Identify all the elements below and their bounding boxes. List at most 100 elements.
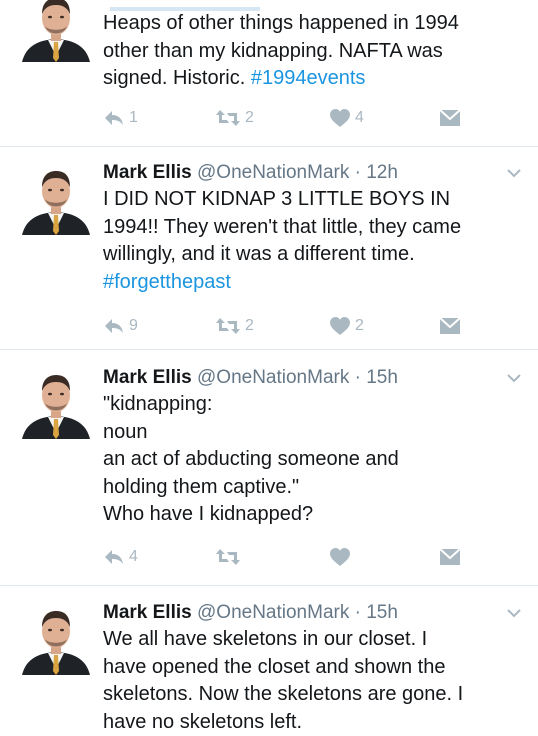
replie-count: 9: [129, 317, 138, 335]
retweet-button[interactable]: 2: [215, 312, 254, 340]
reply-icon: [103, 317, 125, 335]
heart-icon: [329, 316, 351, 336]
text-segment: holding them captive.": [103, 476, 299, 498]
tweet-header: Mark Ellis @OneNationMark · 12h: [103, 160, 524, 186]
replie-count: 1: [129, 109, 138, 127]
separator-dot: ·: [349, 162, 366, 183]
retweet-icon: [215, 547, 241, 567]
tweet-text-line: #forgetthepast: [103, 269, 524, 297]
retweet-icon: [215, 108, 241, 128]
tweet-text-line: Who have I kidnapped?: [103, 501, 524, 529]
tweet-actions: 1 2 4: [103, 104, 483, 132]
tweet-text-line: We all have skeletons in our closet. I: [103, 626, 524, 654]
retweet-count: 2: [245, 109, 254, 127]
chevron-down-icon[interactable]: [506, 606, 522, 618]
tweet-actions: 4: [103, 543, 483, 571]
direct-message-button[interactable]: [439, 104, 461, 132]
text-segment: Heaps of other things happened in 1994: [103, 12, 459, 34]
tweet-text-line: "kidnapping:: [103, 391, 524, 419]
retweet-icon: [215, 316, 241, 336]
author-name[interactable]: Mark Ellis: [103, 602, 192, 623]
tweet-text-line: holding them captive.": [103, 474, 524, 502]
text-segment: have no skeletons left.: [103, 711, 302, 733]
tweet-body: Mark Ellis @OneNationMark · 15h"kidnappi…: [103, 365, 524, 529]
text-segment: noun: [103, 421, 148, 443]
hashtag-link[interactable]: #forgetthepast: [103, 271, 231, 293]
envelope-icon: [439, 548, 461, 566]
reply-button[interactable]: 9: [103, 312, 138, 340]
text-segment: I DID NOT KIDNAP 3 LITTLE BOYS IN: [103, 188, 450, 210]
text-segment: 1994!! They weren't that little, they ca…: [103, 216, 461, 238]
reply-icon: [103, 548, 125, 566]
direct-message-button[interactable]: [439, 312, 461, 340]
tweet-header: Mark Ellis @OneNationMark · 15h: [103, 365, 524, 391]
retweet-button[interactable]: [215, 543, 245, 571]
avatar[interactable]: [20, 163, 92, 235]
text-segment: We all have skeletons in our closet. I: [103, 628, 427, 650]
tweet-header: Mark Ellis @OneNationMark · 15h: [103, 600, 524, 626]
tweet-body: Heaps of other things happened in 1994 ot…: [103, 10, 524, 93]
tweet-text: We all have skeletons in our closet. I ha…: [103, 626, 524, 736]
reply-icon: [103, 109, 125, 127]
text-segment: willingly, and it was a different time.: [103, 243, 415, 265]
tweet-text-line: Heaps of other things happened in 1994: [103, 10, 524, 38]
tweet-text: Heaps of other things happened in 1994 ot…: [103, 10, 524, 93]
tweet-text-line: willingly, and it was a different time.: [103, 241, 524, 269]
author-name[interactable]: Mark Ellis: [103, 162, 192, 183]
avatar[interactable]: [20, 0, 92, 62]
tweet-text-line: have no skeletons left.: [103, 709, 524, 736]
tweet-text: "kidnapping: noun an act of abducting some…: [103, 391, 524, 529]
separator-dot: ·: [349, 367, 366, 388]
chevron-down-icon[interactable]: [506, 371, 522, 383]
tweet-divider: [0, 585, 538, 586]
text-segment: other than my kidnapping. NAFTA was: [103, 40, 443, 62]
text-segment: an act of abducting someone and: [103, 448, 399, 470]
like-count: 4: [355, 109, 364, 127]
like-count: 2: [355, 317, 364, 335]
retweet-count: 2: [245, 317, 254, 335]
text-segment: Who have I kidnapped?: [103, 503, 313, 525]
timestamp[interactable]: 15h: [366, 367, 398, 388]
author-name[interactable]: Mark Ellis: [103, 367, 192, 388]
hashtag-link[interactable]: #1994events: [251, 67, 366, 89]
tweet-text-line: noun: [103, 419, 524, 447]
tweet-text: I DID NOT KIDNAP 3 LITTLE BOYS IN 1994!! …: [103, 186, 524, 296]
heart-icon: [329, 108, 351, 128]
tweet-text-line: other than my kidnapping. NAFTA was: [103, 38, 524, 66]
text-segment: signed. Historic.: [103, 67, 251, 89]
text-segment: have opened the closet and shown the: [103, 656, 445, 678]
chevron-down-icon[interactable]: [506, 166, 522, 178]
separator-dot: ·: [349, 602, 366, 623]
text-segment: skeletons. Now the skeletons are gone. I: [103, 683, 463, 705]
replie-count: 4: [129, 548, 138, 566]
like-button[interactable]: 4: [329, 104, 364, 132]
text-segment: "kidnapping:: [103, 393, 212, 415]
author-handle[interactable]: @OneNationMark: [197, 602, 349, 623]
author-handle[interactable]: @OneNationMark: [197, 367, 349, 388]
avatar[interactable]: [20, 367, 92, 439]
heart-icon: [329, 547, 351, 567]
tweet-actions: 9 2 2: [103, 312, 483, 340]
tweet-text-line: 1994!! They weren't that little, they ca…: [103, 214, 524, 242]
author-handle[interactable]: @OneNationMark: [197, 162, 349, 183]
timestamp[interactable]: 12h: [366, 162, 398, 183]
tweet-text-line: signed. Historic. #1994events: [103, 65, 524, 93]
tweet-body: Mark Ellis @OneNationMark · 15hWe all ha…: [103, 600, 524, 736]
like-button[interactable]: 2: [329, 312, 364, 340]
reply-button[interactable]: 4: [103, 543, 138, 571]
tweet-divider: [0, 146, 538, 147]
tweet-text-line: skeletons. Now the skeletons are gone. I: [103, 681, 524, 709]
direct-message-button[interactable]: [439, 543, 461, 571]
tweet-text-line: I DID NOT KIDNAP 3 LITTLE BOYS IN: [103, 186, 524, 214]
envelope-icon: [439, 317, 461, 335]
tweet-text-line: have opened the closet and shown the: [103, 654, 524, 682]
tweet-body: Mark Ellis @OneNationMark · 12hI DID NOT…: [103, 160, 524, 296]
tweet-divider: [0, 349, 538, 350]
avatar[interactable]: [20, 603, 92, 675]
retweet-button[interactable]: 2: [215, 104, 254, 132]
reply-button[interactable]: 1: [103, 104, 138, 132]
envelope-icon: [439, 109, 461, 127]
like-button[interactable]: [329, 543, 355, 571]
tweet-text-line: an act of abducting someone and: [103, 446, 524, 474]
timestamp[interactable]: 15h: [366, 602, 398, 623]
